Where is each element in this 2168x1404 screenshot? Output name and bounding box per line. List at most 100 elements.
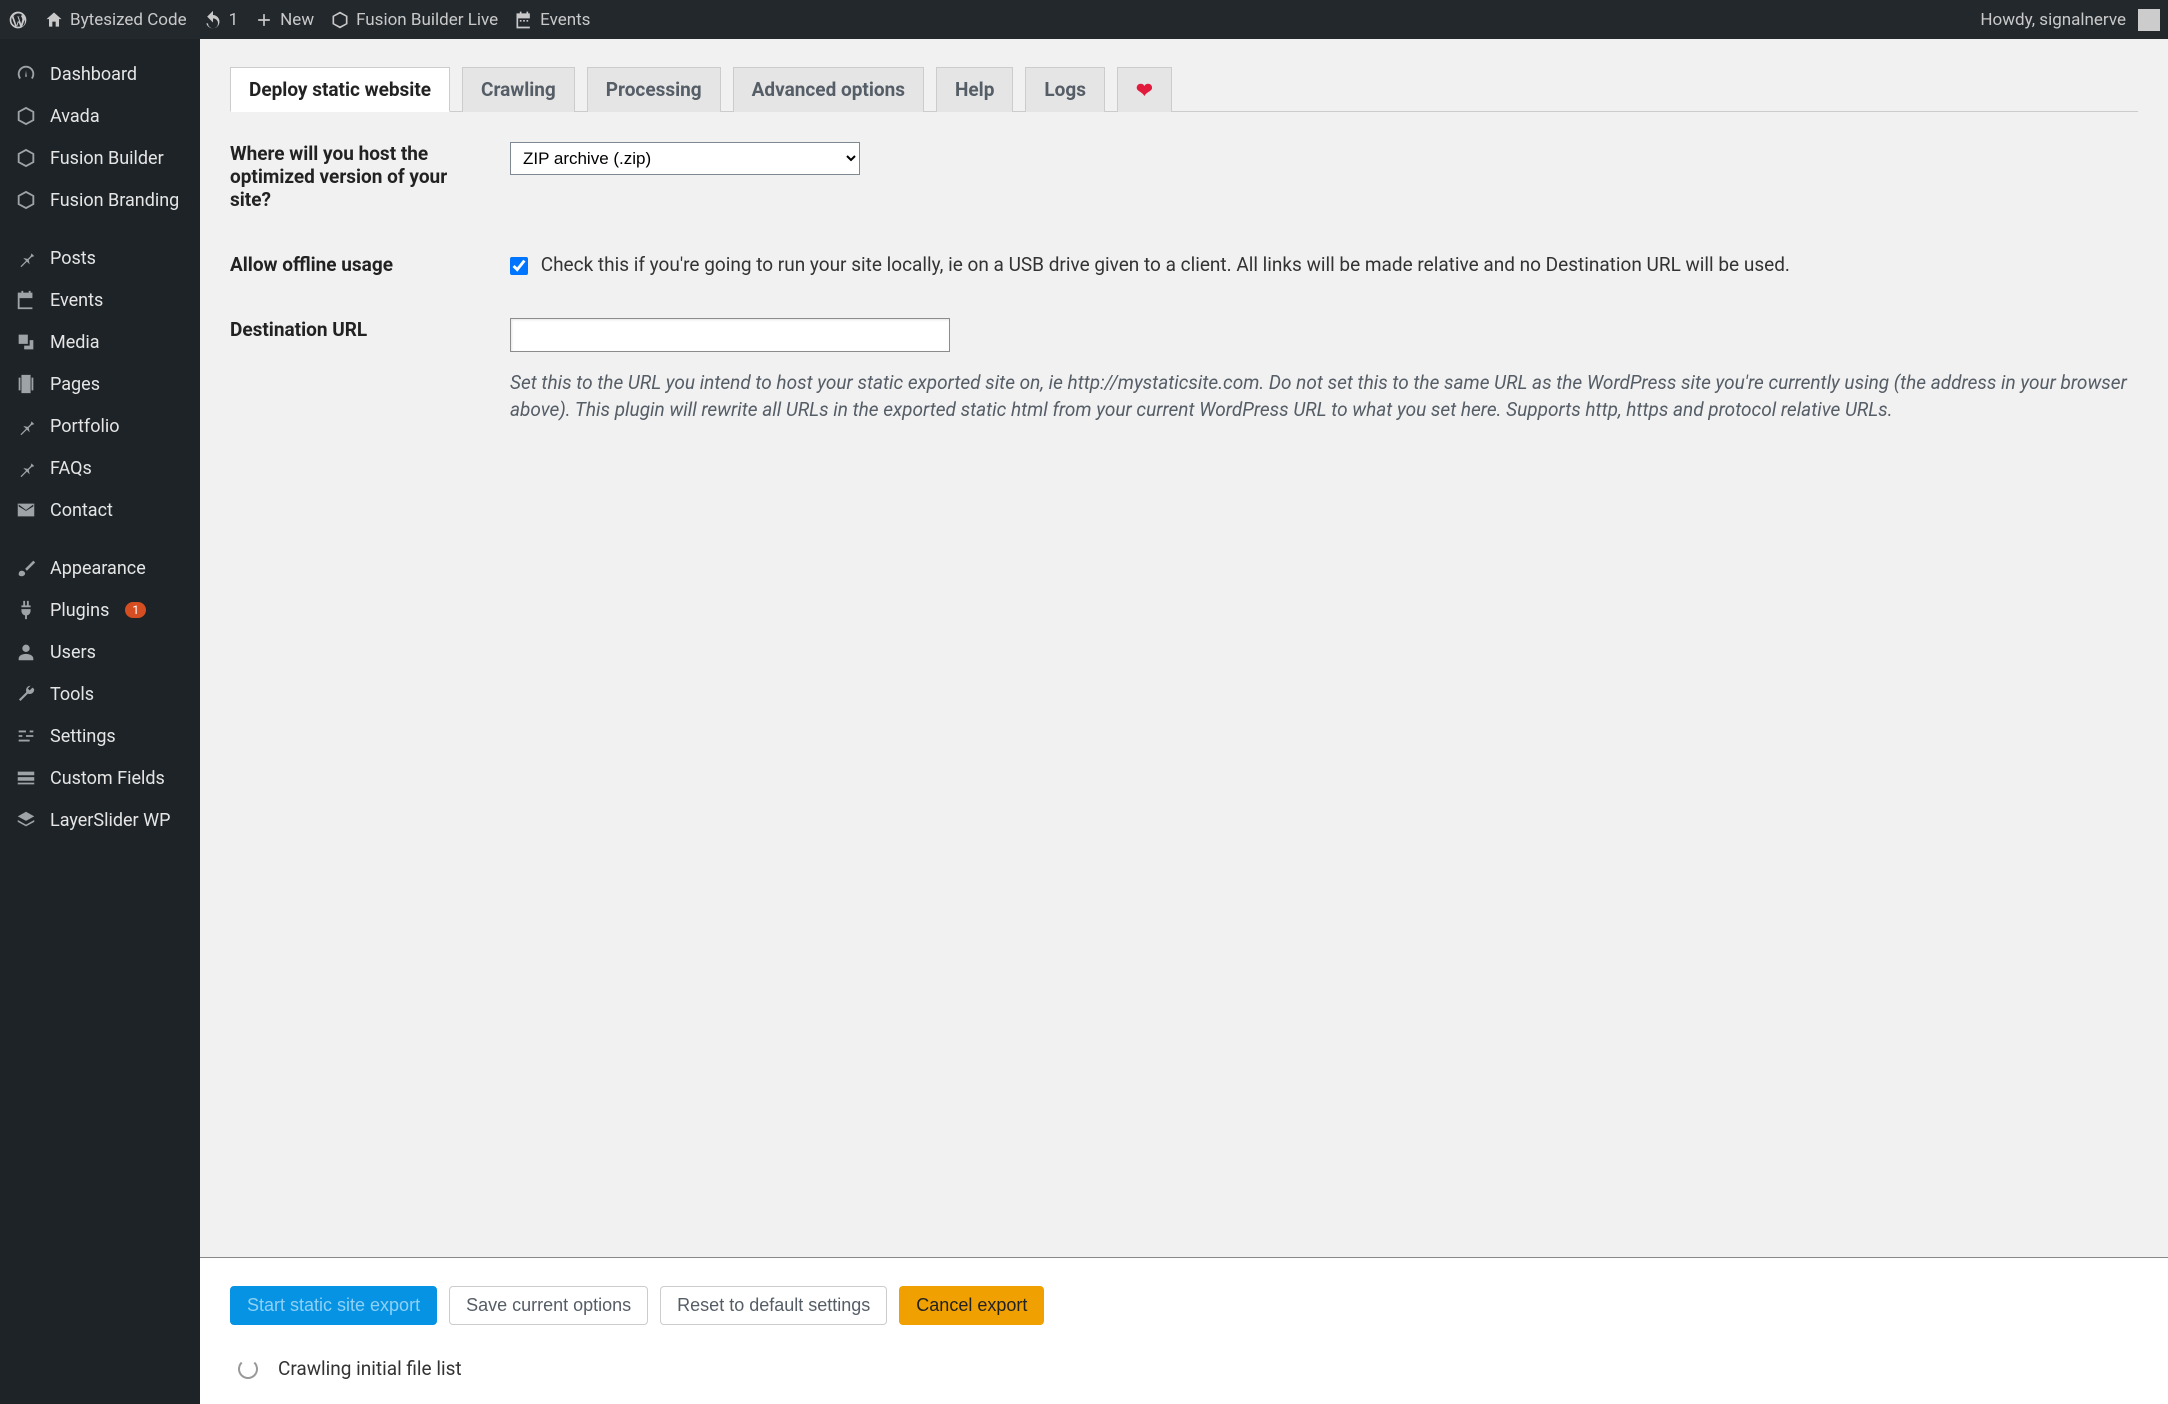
- admin-sidebar: Dashboard Avada Fusion Builder Fusion Brand…: [0, 39, 200, 1404]
- sidebar-item-label: Portfolio: [50, 416, 119, 437]
- calendar-icon: [514, 10, 534, 30]
- spinner-icon: [238, 1359, 258, 1379]
- tab-deploy-static-website[interactable]: Deploy static website: [230, 67, 450, 112]
- sidebar-item-fusion-builder[interactable]: Fusion Builder: [0, 137, 200, 179]
- heart-icon: ❤: [1136, 78, 1153, 102]
- pin-icon: [14, 457, 38, 479]
- fusion-icon: [330, 10, 350, 30]
- home-icon: [44, 10, 64, 30]
- tab-donate[interactable]: ❤: [1117, 67, 1172, 112]
- sidebar-item-dashboard[interactable]: Dashboard: [0, 53, 200, 95]
- sidebar-item-portfolio[interactable]: Portfolio: [0, 405, 200, 447]
- calendar-icon: [14, 289, 38, 311]
- new-label: New: [280, 10, 314, 30]
- pin-icon: [14, 247, 38, 269]
- sidebar-item-custom-fields[interactable]: Custom Fields: [0, 757, 200, 799]
- sidebar-item-contact[interactable]: Contact: [0, 489, 200, 531]
- sidebar-item-label: Avada: [50, 106, 100, 127]
- sidebar-item-avada[interactable]: Avada: [0, 95, 200, 137]
- sidebar-item-posts[interactable]: Posts: [0, 237, 200, 279]
- sidebar-item-label: Tools: [50, 684, 94, 705]
- start-export-button[interactable]: Start static site export: [230, 1286, 437, 1325]
- dest-help-text: Set this to the URL you intend to host y…: [510, 370, 2138, 423]
- sidebar-item-pages[interactable]: Pages: [0, 363, 200, 405]
- badge: 1: [125, 602, 146, 618]
- events-link[interactable]: Events: [514, 10, 590, 30]
- sidebar-item-layerslider-wp[interactable]: LayerSlider WP: [0, 799, 200, 841]
- sidebar-item-label: Fusion Branding: [50, 190, 179, 211]
- fusion-builder-link[interactable]: Fusion Builder Live: [330, 10, 498, 30]
- sidebar-item-fusion-branding[interactable]: Fusion Branding: [0, 179, 200, 221]
- offline-label: Allow offline usage: [230, 253, 510, 276]
- sidebar-item-media[interactable]: Media: [0, 321, 200, 363]
- sidebar-item-label: Users: [50, 642, 96, 663]
- sidebar-item-users[interactable]: Users: [0, 631, 200, 673]
- sliders-icon: [14, 725, 38, 747]
- howdy-link[interactable]: Howdy, signalnerve: [1980, 9, 2160, 31]
- host-label: Where will you host the optimized versio…: [230, 142, 510, 211]
- sidebar-item-label: Settings: [50, 726, 116, 747]
- sidebar-item-tools[interactable]: Tools: [0, 673, 200, 715]
- site-name-link[interactable]: Bytesized Code: [44, 10, 187, 30]
- host-select[interactable]: ZIP archive (.zip): [510, 142, 860, 175]
- sidebar-item-label: Plugins: [50, 600, 109, 621]
- sidebar-item-label: FAQs: [50, 458, 92, 479]
- user-icon: [14, 641, 38, 663]
- new-link[interactable]: New: [254, 10, 314, 30]
- layers-icon: [14, 809, 38, 831]
- media-icon: [14, 331, 38, 353]
- plus-icon: [254, 10, 274, 30]
- tab-help[interactable]: Help: [936, 67, 1013, 112]
- sidebar-item-faqs[interactable]: FAQs: [0, 447, 200, 489]
- mail-icon: [14, 499, 38, 521]
- sidebar-item-label: Media: [50, 332, 100, 353]
- plug-icon: [14, 599, 38, 621]
- avada-icon: [14, 105, 38, 127]
- dashboard-icon: [14, 63, 38, 85]
- main-content: Deploy static website Crawling Processing A…: [200, 39, 2168, 1404]
- sidebar-item-label: Appearance: [50, 558, 146, 579]
- offline-checkbox[interactable]: [510, 257, 528, 275]
- wordpress-logo[interactable]: [8, 10, 28, 30]
- update-count: 1: [229, 10, 239, 30]
- sidebar-item-label: Events: [50, 290, 103, 311]
- sidebar-item-events[interactable]: Events: [0, 279, 200, 321]
- sidebar-item-label: Fusion Builder: [50, 148, 164, 169]
- save-options-button[interactable]: Save current options: [449, 1286, 648, 1325]
- offline-desc: Check this if you're going to run your s…: [541, 253, 1790, 276]
- tab-crawling[interactable]: Crawling: [462, 67, 575, 112]
- status-text: Crawling initial file list: [278, 1357, 462, 1380]
- dest-label: Destination URL: [230, 318, 510, 341]
- dest-url-input[interactable]: [510, 318, 950, 352]
- updates-link[interactable]: 1: [203, 10, 239, 30]
- wordpress-icon: [8, 10, 28, 30]
- tab-logs[interactable]: Logs: [1025, 67, 1105, 112]
- sidebar-item-label: Dashboard: [50, 64, 137, 85]
- reset-defaults-button[interactable]: Reset to default settings: [660, 1286, 887, 1325]
- sidebar-item-label: Posts: [50, 248, 96, 269]
- refresh-icon: [203, 10, 223, 30]
- action-area: Start static site export Save current op…: [200, 1257, 2168, 1404]
- sidebar-item-settings[interactable]: Settings: [0, 715, 200, 757]
- sidebar-item-label: Pages: [50, 374, 100, 395]
- sidebar-item-plugins[interactable]: Plugins 1: [0, 589, 200, 631]
- fusion-icon: [14, 147, 38, 169]
- tab-processing[interactable]: Processing: [587, 67, 721, 112]
- howdy-text: Howdy, signalnerve: [1980, 10, 2126, 30]
- brush-icon: [14, 557, 38, 579]
- site-name: Bytesized Code: [70, 10, 187, 30]
- fusion-icon: [14, 189, 38, 211]
- events-label: Events: [540, 10, 590, 30]
- sidebar-item-label: Contact: [50, 500, 113, 521]
- sidebar-item-label: Custom Fields: [50, 768, 165, 789]
- cancel-export-button[interactable]: Cancel export: [899, 1286, 1044, 1325]
- pages-icon: [14, 373, 38, 395]
- tab-bar: Deploy static website Crawling Processing A…: [230, 67, 2138, 112]
- fields-icon: [14, 767, 38, 789]
- sidebar-item-label: LayerSlider WP: [50, 810, 170, 831]
- pin-icon: [14, 415, 38, 437]
- admin-bar: Bytesized Code 1 New Fusion Builder Live…: [0, 0, 2168, 39]
- sidebar-item-appearance[interactable]: Appearance: [0, 547, 200, 589]
- tab-advanced-options[interactable]: Advanced options: [733, 67, 924, 112]
- fusion-builder-label: Fusion Builder Live: [356, 10, 498, 30]
